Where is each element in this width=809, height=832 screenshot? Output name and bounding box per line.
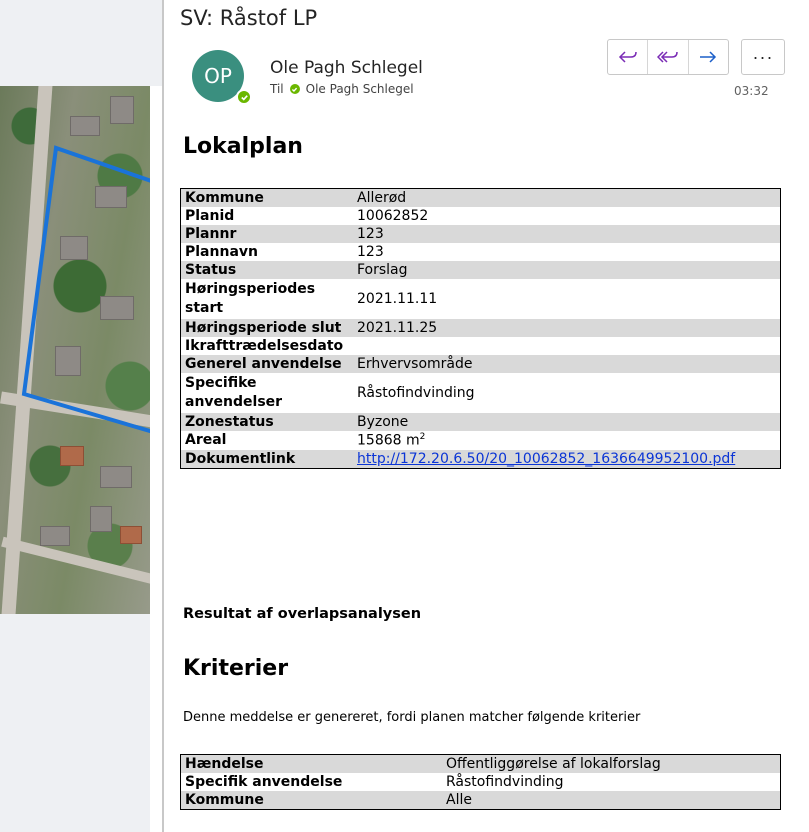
row-value: Forslag — [353, 261, 781, 279]
row-value: Byzone — [353, 413, 781, 431]
received-time: 03:32 — [734, 84, 769, 98]
presence-available-icon — [236, 89, 252, 105]
row-key: Plannavn — [180, 243, 353, 261]
row-key: Specifik anvendelse — [180, 773, 442, 791]
row-value-text: Erhvervsområde — [357, 356, 473, 372]
kriterier-heading: Kriterier — [183, 656, 289, 681]
row-key: Planid — [180, 207, 353, 225]
result-heading: Resultat af overlapsanalysen — [183, 606, 422, 622]
row-value: 2021.11.25 — [353, 319, 781, 337]
row-key: Kommune — [180, 188, 353, 207]
row-value-text: Forslag — [357, 262, 408, 278]
row-key: Dokumentlink — [180, 449, 353, 469]
row-key: Specifike anvendelser — [180, 373, 353, 413]
plan-table-row: Specifike anvendelser Råstofindvinding — [180, 373, 781, 413]
criteria-table-row: Kommune Alle — [180, 791, 781, 810]
row-key: Hændelse — [180, 754, 442, 773]
criteria-message: Denne meddelse er genereret, fordi plane… — [183, 710, 641, 725]
row-value: Alle — [442, 791, 781, 810]
background-window-edge — [150, 86, 162, 832]
row-key: Status — [180, 261, 353, 279]
row-value: 123 — [353, 243, 781, 261]
reply-icon — [618, 51, 637, 63]
row-value: Offentliggørelse af lokalforslag — [442, 754, 781, 773]
row-key: Høringsperiodes start — [180, 279, 353, 319]
more-actions-button[interactable]: ··· — [741, 39, 785, 75]
row-value: Allerød — [353, 188, 781, 207]
row-key: Kommune — [180, 791, 442, 810]
plan-table-row: Dokumentlink http://172.20.6.50/20_100628… — [180, 449, 781, 469]
row-value-text: Offentliggørelse af lokalforslag — [446, 756, 661, 772]
row-value: Erhvervsområde — [353, 355, 781, 373]
plan-table-row: Kommune Allerød — [180, 188, 781, 207]
row-value — [353, 337, 781, 355]
unit-superscript: 2 — [419, 432, 426, 442]
row-value-text: Råstofindvinding — [446, 774, 564, 790]
row-value-text: 123 — [357, 244, 384, 260]
plan-boundary-outline — [21, 145, 160, 436]
row-value-text: 2021.11.11 — [357, 290, 438, 307]
row-value: 15868 m2 — [353, 431, 781, 450]
email-subject: SV: Råstof LP — [180, 6, 318, 30]
plan-table-row: Generel anvendelse Erhvervsområde — [180, 355, 781, 373]
to-label: Til — [270, 82, 284, 96]
row-value-text: Råstofindvinding — [357, 384, 475, 401]
plan-table-row: Status Forslag — [180, 261, 781, 279]
document-link[interactable]: http://172.20.6.50/20_10062852_163664995… — [357, 451, 735, 467]
row-value: 10062852 — [353, 207, 781, 225]
sender-name[interactable]: Ole Pagh Schlegel — [270, 58, 423, 78]
forward-icon — [700, 51, 717, 63]
row-key: Areal — [180, 431, 353, 450]
reply-all-icon — [656, 51, 678, 63]
avatar-initials: OP — [204, 64, 232, 88]
row-key: Plannr — [180, 225, 353, 243]
row-value-text: Allerød — [357, 190, 407, 206]
row-value-text: 2021.11.25 — [357, 320, 438, 336]
row-key: Ikrafttrædelsesdato — [180, 337, 353, 355]
reply-button[interactable] — [608, 40, 647, 74]
recipient-presence-icon — [289, 84, 300, 94]
plan-table-row: Plannr 123 — [180, 225, 781, 243]
row-key: Generel anvendelse — [180, 355, 353, 373]
criteria-table: Hændelse Offentliggørelse af lokalforslag… — [180, 754, 781, 810]
row-value-text: Byzone — [357, 414, 409, 430]
map-aerial-image — [0, 86, 160, 614]
criteria-table-row: Hændelse Offentliggørelse af lokalforslag — [180, 754, 781, 773]
row-key: Zonestatus — [180, 413, 353, 431]
plan-table-row: Ikrafttrædelsesdato — [180, 337, 781, 355]
row-value-text: 10062852 — [357, 208, 429, 224]
recipient-name[interactable]: Ole Pagh Schlegel — [306, 82, 414, 96]
row-value-text: Alle — [446, 792, 472, 808]
message-actions-group — [607, 39, 729, 75]
row-value: 123 — [353, 225, 781, 243]
row-value: http://172.20.6.50/20_10062852_163664995… — [353, 449, 781, 469]
row-value: Råstofindvinding — [442, 773, 781, 791]
plan-table-row: Høringsperiodes start 2021.11.11 — [180, 279, 781, 319]
lokalplan-heading: Lokalplan — [183, 134, 303, 159]
criteria-table-row: Specifik anvendelse Råstofindvinding — [180, 773, 781, 791]
row-value-text: 15868 m — [357, 432, 420, 449]
row-value: 2021.11.11 — [353, 279, 781, 319]
forward-button[interactable] — [687, 40, 728, 74]
plan-table-row: Planid 10062852 — [180, 207, 781, 225]
reply-all-button[interactable] — [647, 40, 687, 74]
plan-table-row: Plannavn 123 — [180, 243, 781, 261]
more-icon: ··· — [752, 46, 774, 67]
plan-table-row: Høringsperiode slut 2021.11.25 — [180, 319, 781, 337]
recipient-line: Til Ole Pagh Schlegel — [270, 82, 414, 96]
plan-details-table: Kommune Allerød Planid 10062852 Plannr 123 Pla… — [180, 188, 781, 469]
plan-table-row: Areal 15868 m2 — [180, 431, 781, 450]
row-key: Høringsperiode slut — [180, 319, 353, 337]
row-value-text: 123 — [357, 226, 384, 242]
row-value: Råstofindvinding — [353, 373, 781, 413]
plan-table-row: Zonestatus Byzone — [180, 413, 781, 431]
